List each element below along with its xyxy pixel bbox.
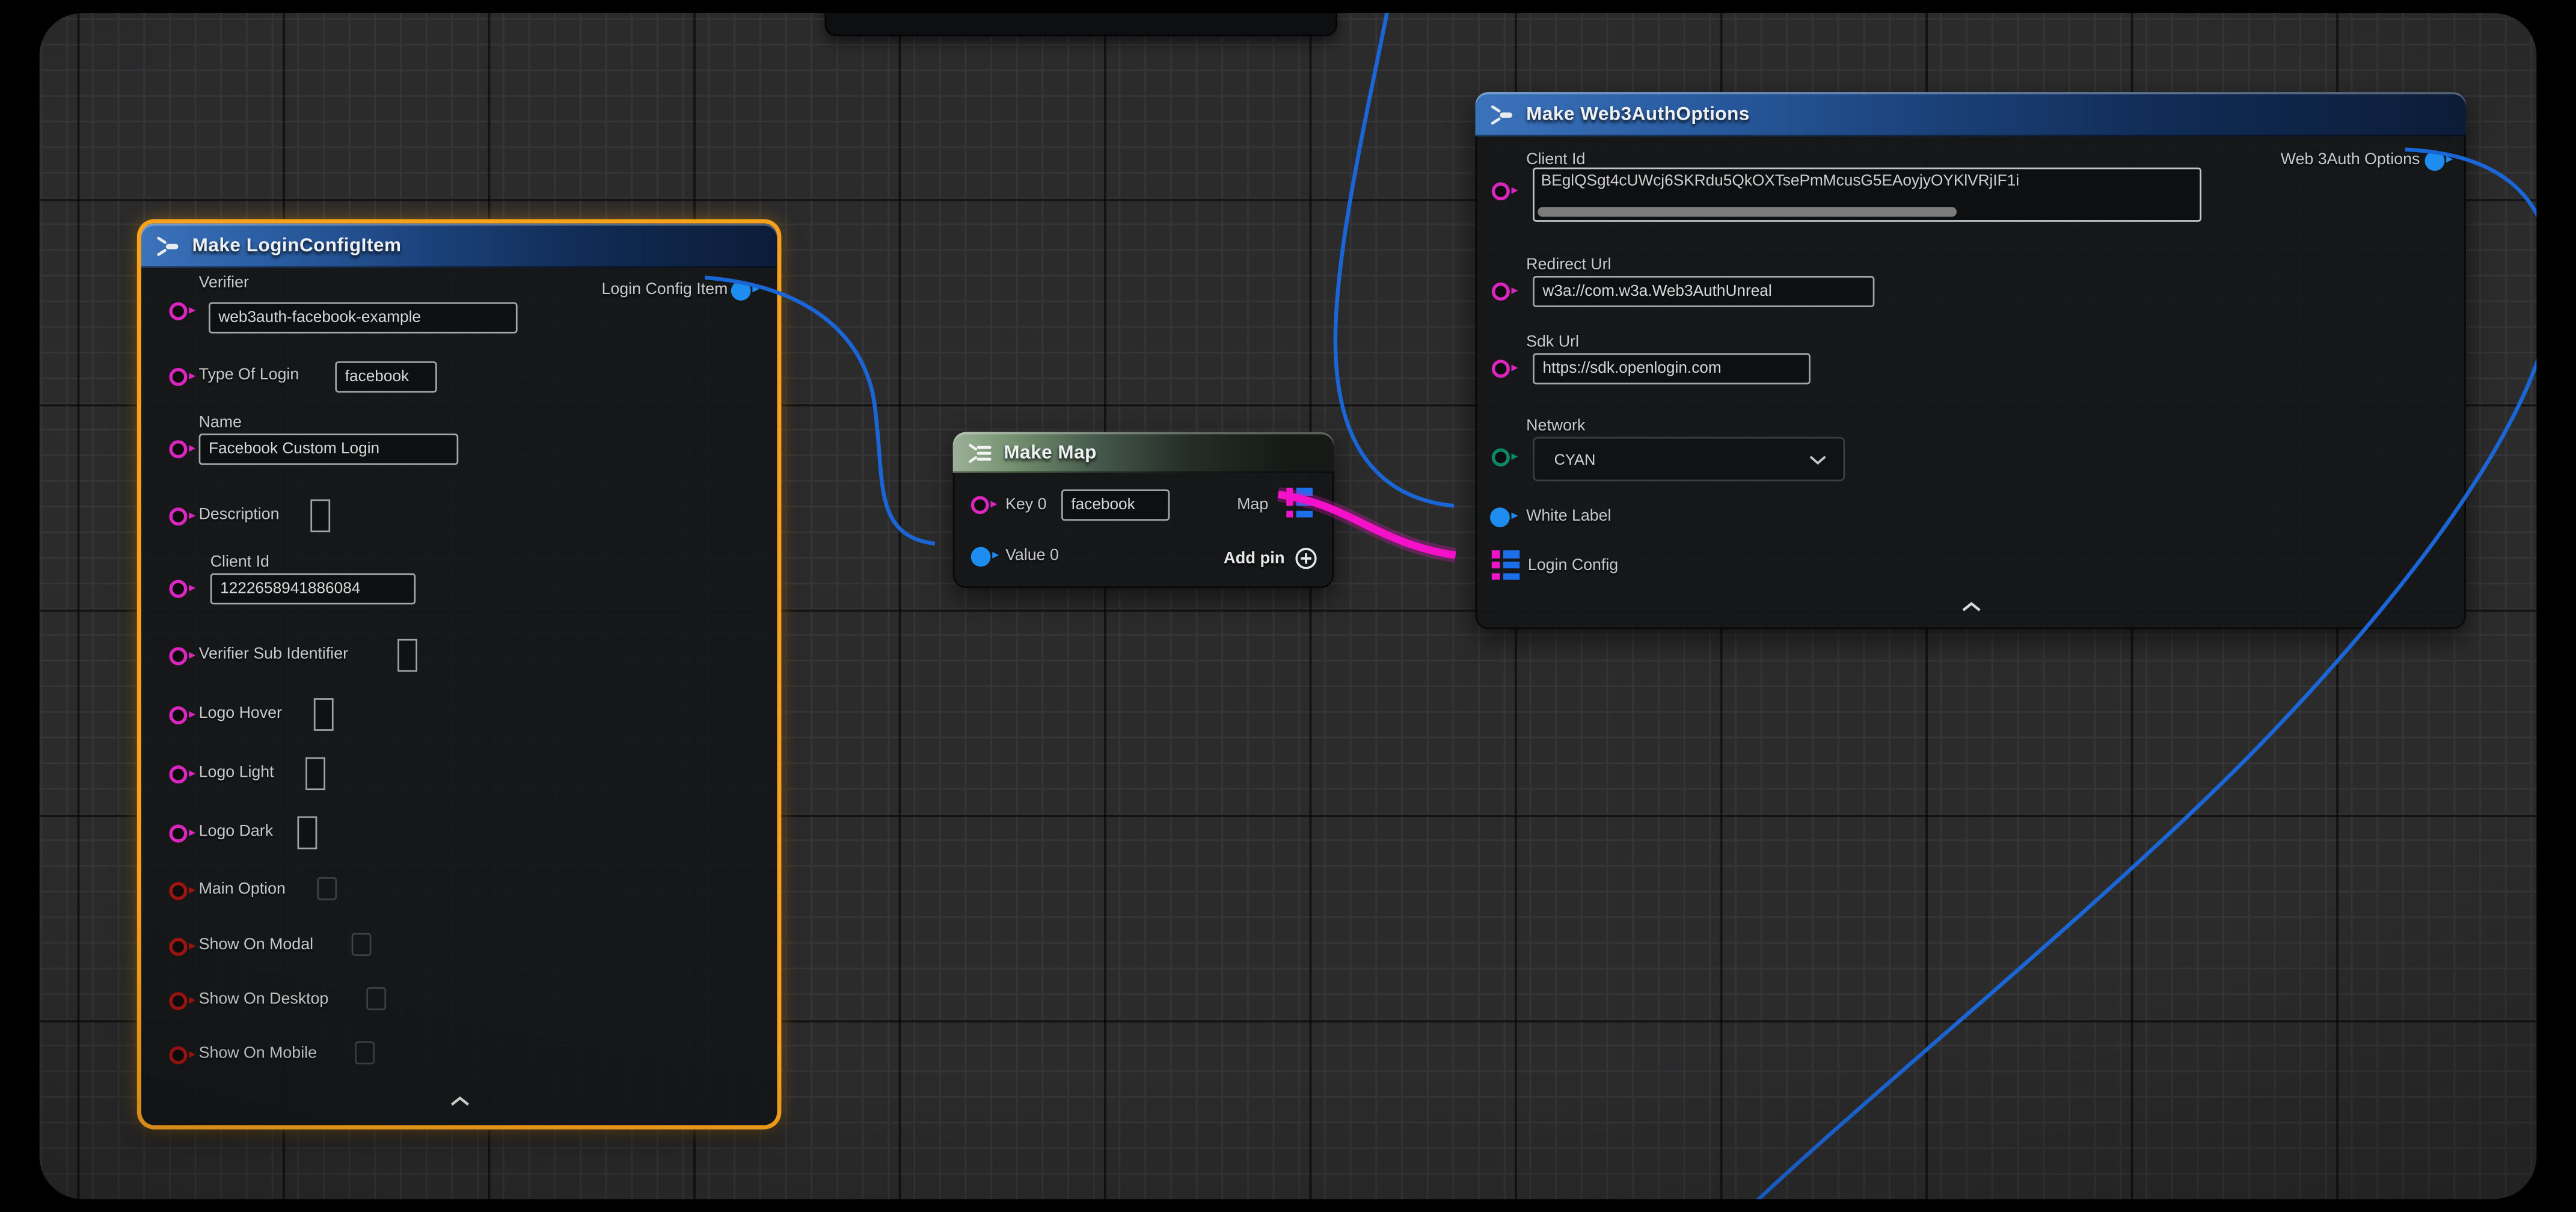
pin-label: Main Option (199, 880, 286, 898)
pin-label: Logo Light (199, 764, 274, 782)
blueprint-editor: Make LoginConfigItem Login Config Item V… (0, 0, 2576, 1212)
pin-label: Client Id (210, 554, 269, 572)
pin-label: Verifier Sub Identifier (199, 646, 348, 664)
client-id-input[interactable]: BEglQSgt4cUWcj6SKRdu5QkOXTsePmMcusG5EAoy… (1533, 168, 2201, 222)
pin-label: White Label (1526, 507, 1611, 525)
chevron-up-icon (449, 1095, 470, 1107)
pin-value-0[interactable] (971, 547, 991, 567)
pin-label: Logo Hover (199, 705, 282, 723)
pin-label: Value 0 (1005, 547, 1059, 565)
pin-key-0[interactable] (971, 496, 989, 514)
pin-show-on-modal[interactable] (169, 938, 187, 956)
output-pin-web3auth-options[interactable] (2425, 151, 2445, 171)
pin-label: Show On Desktop (199, 990, 329, 1008)
pin-label: Description (199, 506, 280, 524)
pin-label: Type Of Login (199, 366, 299, 384)
offscreen-node-fragment[interactable] (825, 13, 1337, 36)
make-struct-icon (156, 236, 181, 256)
node-make-web3authoptions[interactable]: Make Web3AuthOptions Web 3Auth Options C… (1475, 92, 2465, 629)
pin-label: Map (1237, 496, 1268, 514)
description-input[interactable] (310, 500, 330, 533)
pin-name[interactable] (169, 440, 187, 458)
key-0-input[interactable]: facebook (1061, 489, 1170, 521)
show-on-mobile-checkbox[interactable] (355, 1041, 375, 1064)
verifier-sub-identifier-input[interactable] (397, 639, 417, 672)
chevron-down-icon (1809, 454, 1827, 464)
pin-label: Show On Modal (199, 936, 313, 954)
pin-show-on-mobile[interactable] (169, 1046, 187, 1064)
logo-light-input[interactable] (305, 758, 325, 791)
pin-redirect-url[interactable] (1492, 283, 1510, 301)
chevron-up-icon (1960, 601, 1981, 613)
client-id-scrollbar[interactable] (1538, 206, 1957, 216)
logo-hover-input[interactable] (314, 698, 334, 731)
pin-network[interactable] (1492, 448, 1510, 467)
sdk-url-input[interactable]: https://sdk.openlogin.com (1533, 353, 1811, 384)
main-option-checkbox[interactable] (317, 877, 337, 900)
node-make-map[interactable]: Make Map Key 0 facebook Map Value 0 Add … (953, 432, 1334, 589)
add-pin-label: Add pin (1224, 549, 1285, 568)
wire-top-to-whitelabel[interactable] (1336, 13, 1454, 506)
name-input[interactable]: Facebook Custom Login (199, 433, 459, 465)
network-dropdown[interactable]: CYAN (1533, 437, 1845, 482)
make-struct-icon (1490, 104, 1515, 124)
blueprint-graph-canvas[interactable]: Make LoginConfigItem Login Config Item V… (40, 13, 2537, 1199)
output-pin-login-config-item[interactable] (731, 281, 751, 301)
pin-white-label[interactable] (1490, 507, 1510, 527)
pin-login-config[interactable] (1492, 550, 1519, 580)
node-header[interactable]: Make Map (953, 432, 1334, 473)
verifier-input[interactable]: web3auth-facebook-example (209, 302, 518, 334)
output-pin-map[interactable] (1286, 488, 1313, 518)
network-selected-value: CYAN (1554, 451, 1596, 467)
node-header[interactable]: Make Web3AuthOptions (1475, 92, 2465, 136)
node-make-loginconfigitem[interactable]: Make LoginConfigItem Login Config Item V… (141, 224, 777, 1125)
pin-logo-dark[interactable] (169, 825, 187, 843)
redirect-url-input[interactable]: w3a://com.w3a.Web3AuthUnreal (1533, 276, 1874, 307)
type-of-login-input[interactable]: facebook (335, 361, 437, 393)
pin-description[interactable] (169, 507, 187, 525)
client-id-text: BEglQSgt4cUWcj6SKRdu5QkOXTsePmMcusG5EAoy… (1541, 173, 2195, 191)
pin-label: Show On Mobile (199, 1045, 317, 1063)
node-header[interactable]: Make LoginConfigItem (141, 224, 777, 268)
collapse-node-button[interactable] (449, 1086, 470, 1115)
show-on-desktop-checkbox[interactable] (366, 987, 386, 1010)
add-pin-plus-icon (1295, 547, 1317, 570)
pin-sdk-url[interactable] (1492, 360, 1510, 378)
pin-logo-hover[interactable] (169, 706, 187, 724)
show-on-modal-checkbox[interactable] (352, 933, 372, 956)
pin-label: Login Config (1528, 557, 1618, 575)
pin-label: Client Id (1526, 151, 1585, 169)
pin-label: Redirect Url (1526, 256, 1611, 274)
pin-label: Sdk Url (1526, 334, 1579, 352)
pin-client-id[interactable] (169, 580, 187, 598)
pin-type-of-login[interactable] (169, 368, 187, 386)
node-title: Make LoginConfigItem (192, 236, 402, 256)
output-pin-label: Web 3Auth Options (2281, 151, 2420, 169)
collapse-node-button[interactable] (1960, 592, 1981, 621)
pin-label: Verifier (199, 274, 249, 292)
pin-verifier[interactable] (169, 302, 187, 320)
client-id-input[interactable]: 1222658941886084 (210, 574, 416, 605)
pin-label: Name (199, 414, 242, 432)
pin-verifier-sub-identifier[interactable] (169, 647, 187, 665)
pin-label: Logo Dark (199, 823, 274, 841)
logo-dark-input[interactable] (298, 816, 317, 849)
pin-logo-light[interactable] (169, 765, 187, 783)
pin-main-option[interactable] (169, 882, 187, 900)
make-map-icon (968, 442, 992, 462)
pin-client-id[interactable] (1492, 182, 1510, 200)
node-title: Make Web3AuthOptions (1526, 104, 1750, 124)
pin-label: Key 0 (1005, 496, 1046, 514)
pin-label: Network (1526, 417, 1585, 435)
pin-show-on-desktop[interactable] (169, 992, 187, 1010)
output-pin-label: Login Config Item (602, 281, 728, 299)
add-pin-button[interactable]: Add pin (1224, 547, 1317, 570)
node-title: Make Map (1004, 442, 1097, 462)
